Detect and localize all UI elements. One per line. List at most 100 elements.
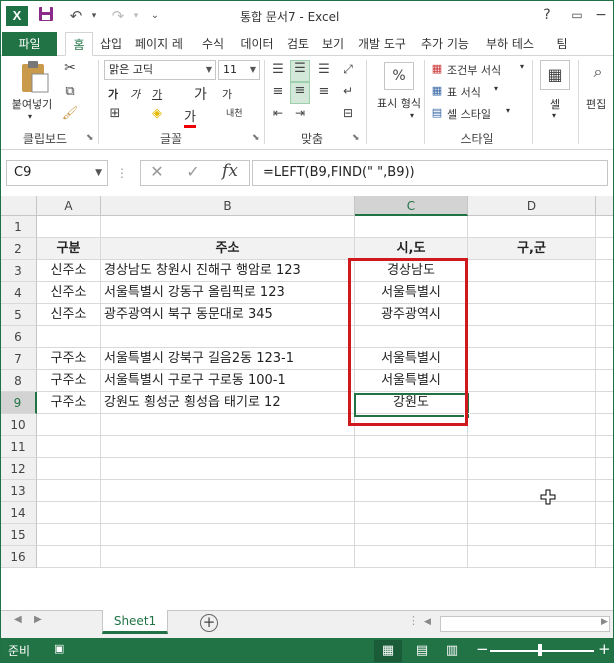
table-cell[interactable] [468, 502, 596, 524]
paste-dropdown-icon[interactable]: ▾ [28, 112, 32, 121]
decrease-indent-icon[interactable]: ⇤ [268, 106, 288, 124]
zoom-in-icon[interactable]: + [598, 640, 611, 658]
table-cell[interactable] [101, 436, 355, 458]
table-cell[interactable] [596, 282, 614, 304]
cancel-icon[interactable]: ✕ [146, 162, 168, 181]
minimize-button[interactable]: − [590, 4, 612, 26]
table-cell[interactable] [101, 480, 355, 502]
row-header-15[interactable]: 15 [0, 524, 37, 546]
table-cell[interactable] [101, 546, 355, 568]
align-right-icon[interactable]: ≡ [314, 84, 334, 102]
table-cell[interactable] [468, 414, 596, 436]
table-cell[interactable] [468, 304, 596, 326]
wrap-text-icon[interactable]: ↵ [338, 84, 358, 102]
header-cell-c[interactable]: 시,도 [355, 238, 468, 260]
row-header-3[interactable]: 3 [0, 260, 37, 282]
border-icon[interactable]: ⊞ [106, 106, 124, 121]
header-cell-d[interactable]: 구,군 [468, 238, 596, 260]
select-all-corner[interactable] [0, 196, 37, 216]
table-cell[interactable] [37, 216, 101, 238]
row-header-10[interactable]: 10 [0, 414, 37, 436]
tab-insert[interactable]: 삽입 [97, 32, 125, 56]
table-cell-category[interactable]: 구주소 [37, 370, 101, 392]
table-cell[interactable] [37, 458, 101, 480]
row-header-1[interactable]: 1 [0, 216, 37, 238]
tab-home[interactable]: 홈 [65, 32, 93, 56]
format-table-button[interactable]: 표 서식 [447, 84, 481, 100]
row-header-14[interactable]: 14 [0, 502, 37, 524]
row-header-7[interactable]: 7 [0, 348, 37, 370]
formula-input[interactable]: =LEFT(B9,FIND(" ",B9)) [252, 160, 608, 186]
zoom-out-icon[interactable]: − [476, 640, 489, 658]
fill-color-icon[interactable]: ◈ [148, 106, 166, 121]
chevron-down-icon[interactable]: ▾ [520, 62, 524, 71]
tab-data[interactable]: 데이터 [236, 32, 278, 56]
table-cell[interactable] [468, 282, 596, 304]
align-top-icon[interactable]: ☰ [268, 62, 288, 80]
table-cell[interactable] [596, 370, 614, 392]
tab-page-layout[interactable]: 페이지 레 [128, 32, 190, 56]
undo-icon[interactable]: ↶ [66, 6, 86, 26]
merge-center-icon[interactable]: ⊟ [338, 106, 358, 124]
column-header-e[interactable] [596, 196, 614, 216]
chevron-down-icon[interactable]: ▾ [506, 106, 510, 115]
table-cell[interactable] [101, 414, 355, 436]
align-center-icon[interactable]: ≡ [290, 82, 310, 104]
grow-font-button[interactable]: 가 [194, 84, 207, 104]
row-header-8[interactable]: 8 [0, 370, 37, 392]
underline-button[interactable]: 가 [152, 86, 162, 102]
table-cell[interactable] [37, 502, 101, 524]
table-cell[interactable] [101, 216, 355, 238]
insert-function-icon[interactable]: fx [218, 161, 242, 181]
chevron-down-icon[interactable]: ▾ [552, 111, 556, 120]
zoom-slider-thumb[interactable] [538, 644, 542, 656]
undo-dropdown-icon[interactable]: ▾ [84, 6, 104, 26]
tab-team[interactable]: 팀 [552, 32, 572, 56]
table-cell[interactable] [355, 546, 468, 568]
row-header-5[interactable]: 5 [0, 304, 37, 326]
row-header-9[interactable]: 9 [0, 392, 37, 414]
table-cell[interactable] [596, 480, 614, 502]
resize-handle-icon[interactable]: ⋮ [116, 166, 128, 180]
table-cell[interactable] [468, 326, 596, 348]
format-table-icon[interactable]: ▦ [430, 84, 444, 97]
table-cell-address[interactable] [101, 326, 355, 348]
sheet-tab-sheet1[interactable]: Sheet1 [102, 610, 168, 634]
cut-icon[interactable]: ✂ [60, 60, 80, 76]
row-header-12[interactable]: 12 [0, 458, 37, 480]
table-cell[interactable] [596, 546, 614, 568]
scroll-right-arrow-icon[interactable]: ▶ [601, 617, 608, 627]
table-cell[interactable] [101, 458, 355, 480]
orientation-icon[interactable]: ⤢ [338, 62, 358, 80]
tab-developer[interactable]: 개발 도구 [353, 32, 411, 56]
table-cell[interactable] [37, 524, 101, 546]
italic-button[interactable]: 가 [130, 86, 140, 102]
table-cell[interactable] [596, 238, 614, 260]
scroll-left-arrow-icon[interactable]: ◀ [424, 617, 431, 627]
row-header-4[interactable]: 4 [0, 282, 37, 304]
column-header-a[interactable]: A [37, 196, 101, 216]
table-cell[interactable] [596, 304, 614, 326]
table-cell-category[interactable]: 구주소 [37, 392, 101, 414]
table-cell[interactable] [468, 216, 596, 238]
tab-addins[interactable]: 추가 기능 [416, 32, 474, 56]
percent-icon[interactable]: % [384, 62, 414, 90]
alignment-launcher-icon[interactable]: ⬊ [352, 133, 360, 143]
table-cell[interactable] [596, 414, 614, 436]
table-cell-address[interactable]: 경상남도 창원시 진해구 행암로 123 [101, 260, 355, 282]
tab-view[interactable]: 보기 [318, 32, 348, 56]
table-cell[interactable] [596, 326, 614, 348]
table-cell-category[interactable]: 신주소 [37, 282, 101, 304]
font-color-button[interactable]: 가 [184, 106, 196, 128]
tab-file[interactable]: 파일 [2, 32, 57, 56]
table-cell-address[interactable]: 서울특별시 구로구 구로동 100-1 [101, 370, 355, 392]
table-cell[interactable] [468, 370, 596, 392]
ribbon-display-button[interactable]: ▭ [566, 4, 588, 26]
table-cell[interactable] [596, 260, 614, 282]
number-format-button[interactable]: 표시 형식 [374, 96, 424, 111]
font-name-combo[interactable]: 맑은 고딕 ▼ [104, 60, 216, 80]
redo-dropdown-icon[interactable]: ▾ [126, 6, 146, 26]
table-cell[interactable] [355, 216, 468, 238]
zoom-slider[interactable] [490, 650, 594, 652]
table-cell[interactable] [37, 546, 101, 568]
